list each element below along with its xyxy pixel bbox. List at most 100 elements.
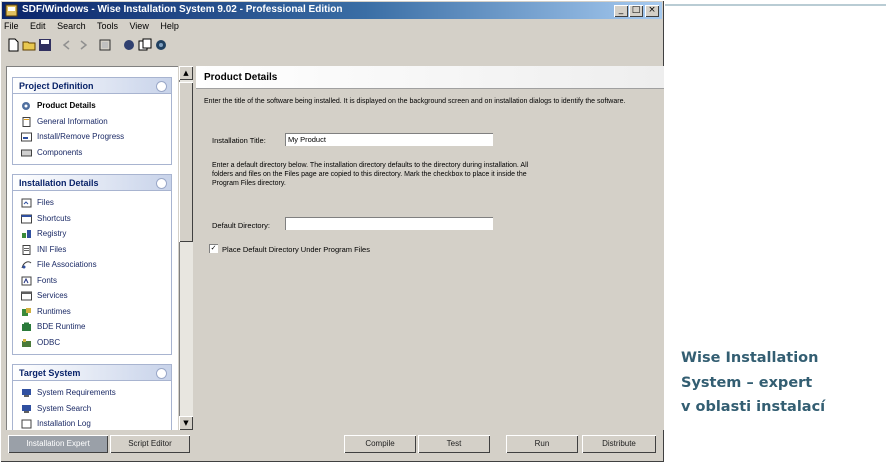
minimize-button[interactable]: _ <box>614 5 628 17</box>
sidebar-item-bde-runtime[interactable]: BDE Runtime <box>13 319 171 335</box>
sidebar-item-label: INI Files <box>37 244 67 254</box>
sidebar-item-ini-files[interactable]: INI Files <box>13 242 171 258</box>
group-target-system: Target System System Requirements System… <box>12 364 172 430</box>
scroll-down-button[interactable]: ▼ <box>179 416 193 430</box>
sidebar-item-label: Fonts <box>37 275 58 285</box>
group-header[interactable]: Installation Details <box>12 174 172 191</box>
app-window: SDF/Windows - Wise Installation System 9… <box>0 0 664 462</box>
log-icon <box>21 419 32 429</box>
sidebar-item-general-information[interactable]: General Information <box>13 114 171 130</box>
app-icon <box>5 4 18 17</box>
copy-icon[interactable] <box>138 38 152 52</box>
sidebar-item-label: Install/Remove Progress <box>37 132 125 141</box>
document-icon <box>22 116 31 127</box>
services-icon <box>21 291 32 301</box>
close-button[interactable]: × <box>645 5 659 17</box>
group-project-definition: Project Definition Product Details Gener… <box>12 77 172 165</box>
sidebar-item-components[interactable]: Components <box>13 145 171 161</box>
fonts-icon <box>21 276 32 285</box>
sidebar-item-shortcuts[interactable]: Shortcuts <box>13 211 171 227</box>
menu-help[interactable]: Help <box>160 21 179 31</box>
installation-title-field[interactable]: My Product <box>285 133 493 146</box>
sidebar-item-files[interactable]: Files <box>13 195 171 211</box>
back-icon[interactable] <box>60 38 74 52</box>
ini-icon <box>22 244 31 255</box>
maximize-button[interactable]: □ <box>629 5 643 17</box>
bde-icon <box>22 322 31 331</box>
files-icon <box>21 198 32 208</box>
group-header[interactable]: Project Definition <box>12 77 172 94</box>
save-icon[interactable] <box>38 38 52 52</box>
sidebar-item-system-requirements[interactable]: System Requirements <box>13 385 171 401</box>
run-button[interactable]: Run <box>506 435 578 453</box>
directory-description: Enter a default directory below. The ins… <box>212 162 529 187</box>
new-icon[interactable] <box>6 38 20 52</box>
sidebar-item-file-associations[interactable]: File Associations <box>13 257 171 273</box>
product-icon <box>22 102 30 110</box>
default-directory-field[interactable] <box>285 217 493 230</box>
caption-line: v oblasti instalací <box>681 399 826 415</box>
sidebar-item-system-search[interactable]: System Search <box>13 401 171 417</box>
sidebar-scrollbar[interactable]: ▲ ▼ <box>179 66 193 430</box>
sidebar-item-label: Files <box>37 198 54 207</box>
installation-title-label: Installation Title: <box>212 136 266 145</box>
sidebar-item-fonts[interactable]: Fonts <box>13 273 171 289</box>
sidebar-item-runtimes[interactable]: Runtimes <box>13 304 171 320</box>
caption-line: System – expert <box>681 374 813 391</box>
toolbar <box>4 37 244 55</box>
window-title: SDF/Windows - Wise Installation System 9… <box>22 4 343 15</box>
compile-button[interactable]: Compile <box>344 435 416 453</box>
collapse-icon[interactable] <box>157 82 166 91</box>
distribute-button[interactable]: Distribute <box>582 435 656 453</box>
test-icon[interactable] <box>122 38 136 52</box>
help-icon[interactable] <box>154 38 168 52</box>
sidebar-item-label: General Information <box>37 116 108 126</box>
bottom-bar: Installation Expert Script Editor Compil… <box>4 435 660 455</box>
tab-installation-expert[interactable]: Installation Expert <box>8 435 108 453</box>
main-content: Product Details Enter the title of the s… <box>196 66 664 430</box>
sidebar-item-registry[interactable]: Registry <box>13 226 171 242</box>
menu-edit[interactable]: Edit <box>30 21 46 31</box>
scroll-thumb[interactable] <box>179 82 193 242</box>
menu-file[interactable]: File <box>4 21 19 31</box>
menu-bar: File Edit Search Tools View Help <box>4 21 188 35</box>
shortcut-icon <box>21 214 32 223</box>
sidebar-item-label: ODBC <box>37 337 61 347</box>
program-files-checkbox-label[interactable]: Place Default Directory Under Program Fi… <box>222 245 370 254</box>
open-icon[interactable] <box>22 38 36 52</box>
sidebar: Project Definition Product Details Gener… <box>6 66 178 430</box>
page-title: Product Details <box>204 72 278 83</box>
sidebar-item-installation-log[interactable]: Installation Log <box>13 416 171 430</box>
tab-script-editor[interactable]: Script Editor <box>110 435 190 453</box>
components-icon <box>21 149 32 156</box>
sidebar-item-label: Registry <box>37 229 67 238</box>
sidebar-item-label: Product Details <box>37 101 96 110</box>
sidebar-item-product-details[interactable]: Product Details <box>13 98 171 114</box>
menu-search[interactable]: Search <box>57 21 86 31</box>
decorative-rule <box>665 4 886 6</box>
content-header: Product Details <box>196 66 664 89</box>
group-title: Project Definition <box>19 81 94 91</box>
menu-view[interactable]: View <box>129 21 148 31</box>
program-files-checkbox[interactable]: ✓ <box>209 244 218 253</box>
progress-icon <box>21 132 32 142</box>
group-installation-details: Installation Details Files Shortcuts Reg… <box>12 174 172 355</box>
sidebar-item-install-remove-progress[interactable]: Install/Remove Progress <box>13 129 171 145</box>
odbc-icon <box>22 338 31 347</box>
scroll-up-button[interactable]: ▲ <box>179 66 193 80</box>
collapse-icon[interactable] <box>157 369 166 378</box>
sidebar-item-label: Components <box>37 147 83 157</box>
sidebar-item-odbc[interactable]: ODBC <box>13 335 171 351</box>
menu-tools[interactable]: Tools <box>97 21 118 31</box>
test-button[interactable]: Test <box>418 435 490 453</box>
sidebar-item-label: Runtimes <box>37 306 71 316</box>
search-icon <box>22 404 31 413</box>
system-icon <box>22 389 31 397</box>
compile-icon[interactable] <box>98 38 112 52</box>
default-directory-label: Default Directory: <box>212 221 270 230</box>
collapse-icon[interactable] <box>157 179 166 188</box>
forward-icon[interactable] <box>76 38 90 52</box>
sidebar-item-services[interactable]: Services <box>13 288 171 304</box>
group-header[interactable]: Target System <box>12 364 172 381</box>
registry-icon <box>22 230 31 238</box>
